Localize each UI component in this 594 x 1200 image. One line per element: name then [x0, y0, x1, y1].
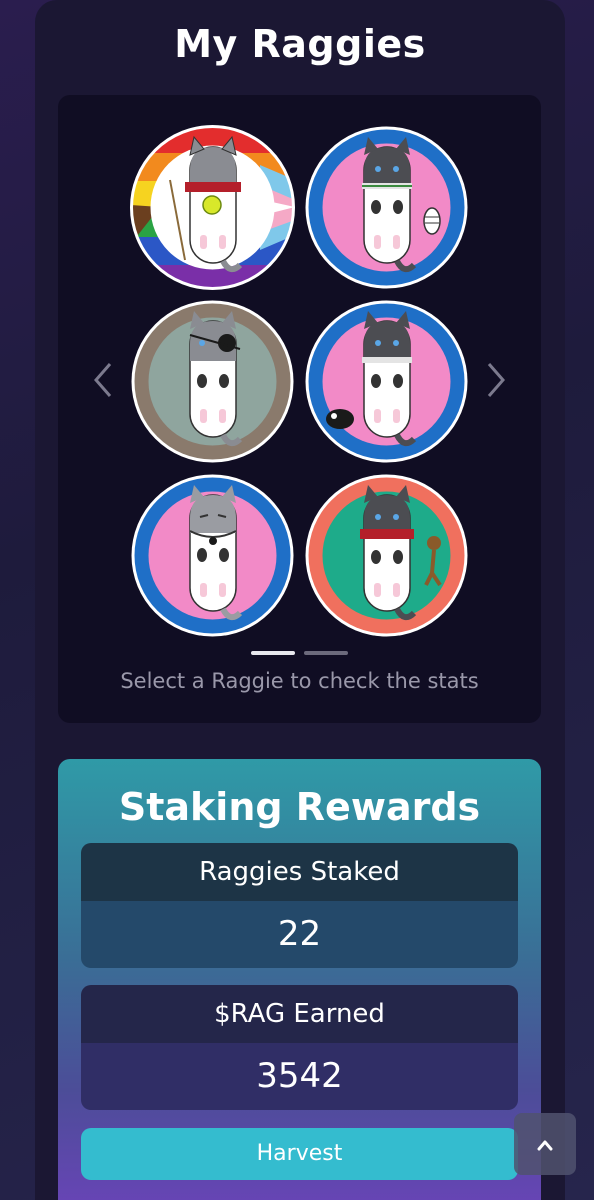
carousel-next-button[interactable]: [483, 360, 509, 400]
raggie-avatar-6[interactable]: [304, 473, 469, 638]
page-title: My Raggies: [174, 22, 426, 66]
raggie-cat-image: [305, 126, 468, 289]
staking-rewards-title: Staking Rewards: [118, 785, 481, 829]
raggie-cat-image: [305, 474, 468, 637]
raggies-staked-value: 22: [81, 901, 518, 968]
rag-earned-value: 3542: [81, 1043, 518, 1110]
carousel-page-2-dot[interactable]: [304, 651, 348, 655]
raggies-carousel: Select a Raggie to check the stats: [58, 95, 541, 723]
raggie-avatar-5[interactable]: [130, 473, 295, 638]
raggie-cat-image: [131, 474, 294, 637]
scroll-to-top-button[interactable]: [514, 1113, 576, 1175]
raggie-avatar-1[interactable]: [130, 125, 295, 290]
raggie-avatar-3[interactable]: [130, 299, 295, 464]
chevron-left-icon: [94, 363, 112, 397]
chevron-right-icon: [487, 363, 505, 397]
chevron-up-icon: [537, 1140, 553, 1151]
rag-earned-stat: $RAG Earned 3542: [81, 985, 518, 1110]
carousel-prev-button[interactable]: [90, 360, 116, 400]
raggies-staked-stat: Raggies Staked 22: [81, 843, 518, 968]
raggie-avatar-2[interactable]: [304, 125, 469, 290]
select-hint: Select a Raggie to check the stats: [120, 669, 479, 693]
raggies-staked-label: Raggies Staked: [81, 843, 518, 901]
my-raggies-card: My Raggies Select a Raggie to check the …: [35, 0, 565, 1200]
rag-earned-label: $RAG Earned: [81, 985, 518, 1043]
staking-rewards-panel: Staking Rewards Raggies Staked 22 $RAG E…: [58, 759, 541, 1200]
carousel-pagination: [58, 651, 541, 657]
raggie-cat-image: [305, 300, 468, 463]
harvest-button[interactable]: Harvest: [81, 1128, 518, 1180]
raggie-cat-image: [130, 125, 295, 290]
raggie-cat-image: [131, 300, 294, 463]
raggie-avatar-4[interactable]: [304, 299, 469, 464]
carousel-page-1-dot[interactable]: [251, 651, 295, 655]
